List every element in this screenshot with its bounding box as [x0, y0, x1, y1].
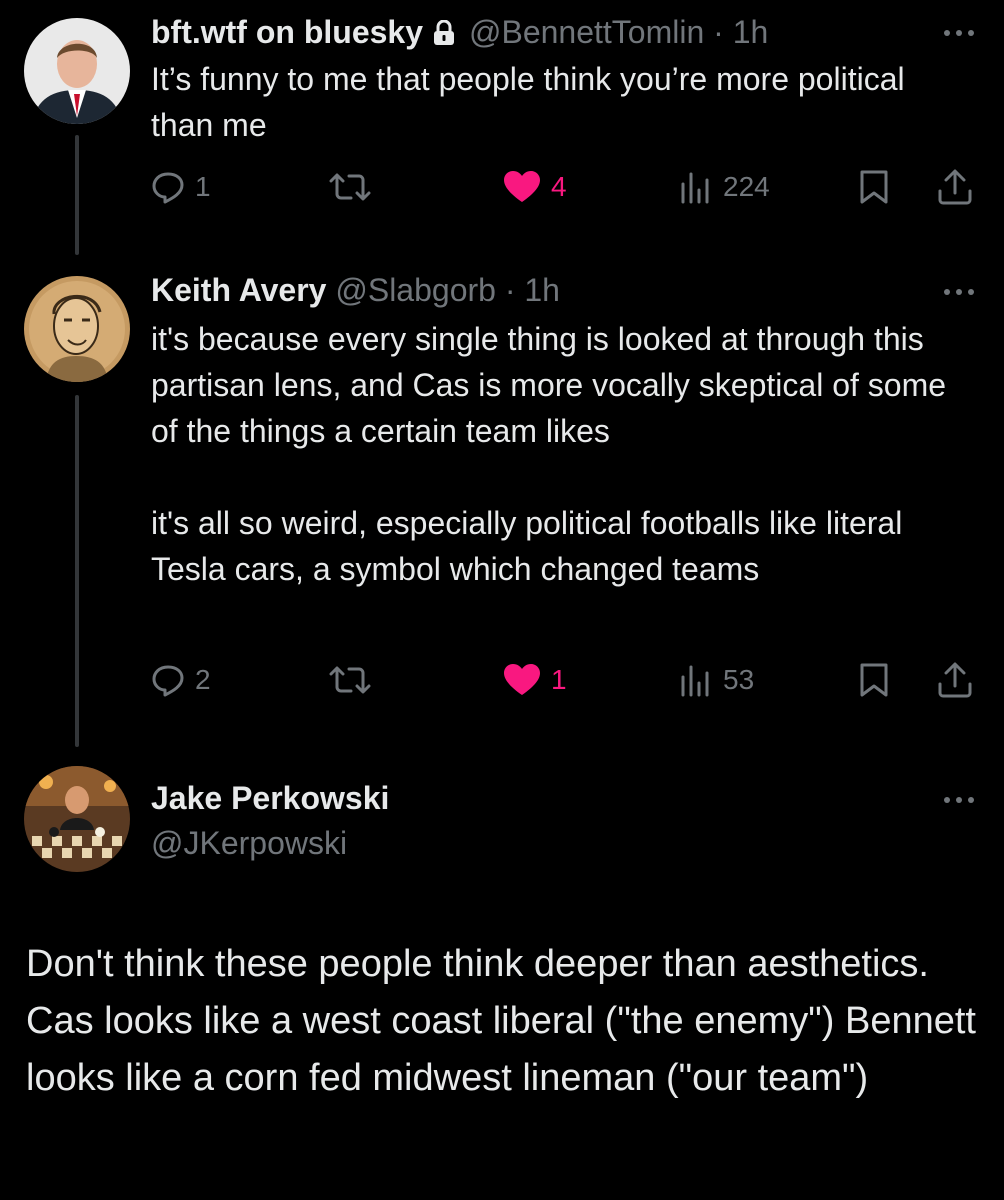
- author-name-line: Jake Perkowski: [151, 778, 389, 818]
- views-icon: [681, 665, 709, 697]
- retweet-button[interactable]: [329, 660, 371, 700]
- view-count: 53: [723, 664, 755, 695]
- reply-count: 1: [195, 171, 211, 202]
- display-name[interactable]: bft.wtf on bluesky: [151, 14, 423, 50]
- tweet-header: Keith Avery @Slabgorb · 1h: [151, 270, 560, 310]
- lock-icon: [433, 15, 455, 55]
- more-icon[interactable]: [944, 30, 974, 36]
- bookmark-icon: [860, 170, 888, 204]
- share-button[interactable]: [937, 167, 973, 207]
- more-icon[interactable]: [944, 797, 974, 803]
- share-button[interactable]: [937, 660, 973, 700]
- separator-dot: ·: [704, 14, 733, 50]
- views-button[interactable]: 224: [679, 167, 770, 207]
- reply-count: 2: [195, 664, 211, 695]
- share-icon: [938, 169, 972, 205]
- reply-button[interactable]: 1: [151, 167, 211, 207]
- tweet-text: It’s funny to me that people think you’r…: [151, 61, 905, 143]
- timestamp[interactable]: 1h: [733, 14, 769, 50]
- like-count: 1: [551, 664, 567, 695]
- action-bar: 1 4 224: [151, 167, 974, 207]
- timestamp[interactable]: 1h: [524, 272, 560, 308]
- heart-icon: [504, 171, 540, 202]
- retweet-button[interactable]: [329, 167, 371, 207]
- display-name[interactable]: Jake Perkowski: [151, 780, 389, 816]
- reply-button[interactable]: 2: [151, 660, 211, 700]
- view-count: 224: [723, 171, 770, 202]
- avatar[interactable]: [24, 766, 130, 872]
- like-button[interactable]: 1: [503, 660, 567, 700]
- handle[interactable]: @Slabgorb: [335, 272, 496, 308]
- avatar[interactable]: [24, 18, 130, 124]
- tweet-text: it's because every single thing is looke…: [151, 321, 947, 587]
- reply-icon: [152, 665, 184, 697]
- thread-line: [75, 135, 79, 255]
- avatar[interactable]: [24, 276, 130, 382]
- views-button[interactable]: 53: [679, 660, 754, 700]
- retweet-icon: [329, 173, 371, 201]
- like-button[interactable]: 4: [503, 167, 567, 207]
- action-bar: 2 1 53: [151, 660, 974, 700]
- bookmark-button[interactable]: [859, 167, 889, 207]
- bookmark-button[interactable]: [859, 660, 889, 700]
- tweet-header: bft.wtf on bluesky @BennettTomlin · 1h: [151, 12, 768, 55]
- like-count: 4: [551, 171, 567, 202]
- main-tweet-text: Don't think these people think deeper th…: [26, 943, 976, 1099]
- heart-icon: [504, 664, 540, 695]
- handle[interactable]: @BennettTomlin: [469, 14, 704, 50]
- share-icon: [938, 662, 972, 698]
- handle[interactable]: @JKerpowski: [151, 823, 347, 863]
- bookmark-icon: [860, 663, 888, 697]
- retweet-icon: [329, 666, 371, 694]
- display-name[interactable]: Keith Avery: [151, 272, 326, 308]
- separator-dot: ·: [495, 272, 525, 308]
- thread-line: [75, 395, 79, 747]
- more-icon[interactable]: [944, 289, 974, 295]
- reply-icon: [152, 172, 184, 204]
- views-icon: [681, 172, 709, 204]
